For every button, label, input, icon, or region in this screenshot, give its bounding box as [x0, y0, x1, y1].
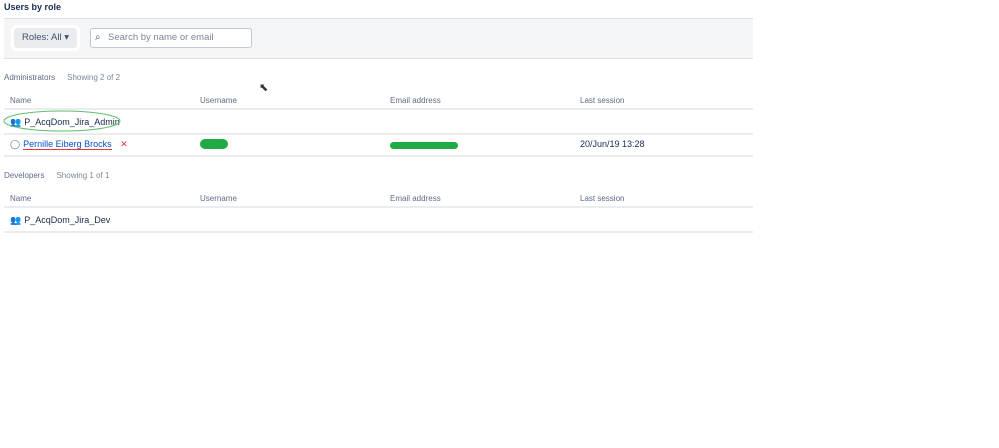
section-count: Showing 2 of 2 — [67, 73, 121, 82]
col-username[interactable]: Username — [200, 194, 237, 203]
user-name: ◯ Pernille Eiberg Brocks ✕ — [10, 134, 128, 155]
page-title: Users by role — [4, 2, 62, 12]
group-name: 👥 P_AcqDom_Jira_Dev — [10, 215, 111, 225]
table-header: Name Username Email address Last session — [4, 194, 753, 208]
roles-label: Roles: All — [22, 32, 62, 43]
section-administrators-header: Administrators Showing 2 of 2 — [4, 73, 120, 82]
filter-toolbar: Roles: All ▾ ⌕ Search by name or email — [4, 18, 753, 59]
annotation-circle — [3, 110, 121, 132]
search-placeholder: Search by name or email — [108, 32, 214, 43]
col-email[interactable]: Email address — [390, 96, 441, 105]
section-developers-header: Developers Showing 1 of 1 — [4, 171, 109, 180]
col-last-session[interactable]: Last session — [580, 194, 624, 203]
roles-dropdown[interactable]: Roles: All ▾ — [14, 28, 78, 48]
redacted-email — [390, 142, 458, 149]
caret-down-icon: ▾ — [64, 32, 70, 43]
table-row: 👥 P_AcqDom_Jira_Dev — [4, 210, 753, 233]
col-name[interactable]: Name — [10, 96, 31, 105]
section-count: Showing 1 of 1 — [56, 171, 110, 180]
col-last-session[interactable]: Last session — [580, 96, 624, 105]
avatar-icon: ◯ — [10, 139, 21, 149]
annotation-cross: ✕ — [120, 139, 128, 149]
table-header: Name Username Email address Last session — [4, 96, 753, 110]
table-row: 👥 P_AcqDom_Jira_Admin — [3, 110, 753, 135]
user-link[interactable]: Pernille Eiberg Brocks — [23, 139, 112, 150]
col-name[interactable]: Name — [10, 194, 31, 203]
last-session: 20/Jun/19 13:28 — [580, 139, 645, 149]
section-title: Developers — [4, 171, 45, 180]
redacted-username — [200, 139, 228, 149]
table-row: ◯ Pernille Eiberg Brocks ✕ 20/Jun/19 13:2… — [4, 134, 753, 157]
col-email[interactable]: Email address — [390, 194, 441, 203]
group-icon: 👥 — [10, 215, 22, 225]
section-title: Administrators — [4, 73, 56, 82]
mouse-cursor-icon: ⬉ — [259, 82, 269, 94]
search-icon: ⌕ — [95, 32, 101, 43]
search-input[interactable]: ⌕ Search by name or email — [90, 28, 252, 48]
col-username[interactable]: Username — [200, 96, 237, 105]
